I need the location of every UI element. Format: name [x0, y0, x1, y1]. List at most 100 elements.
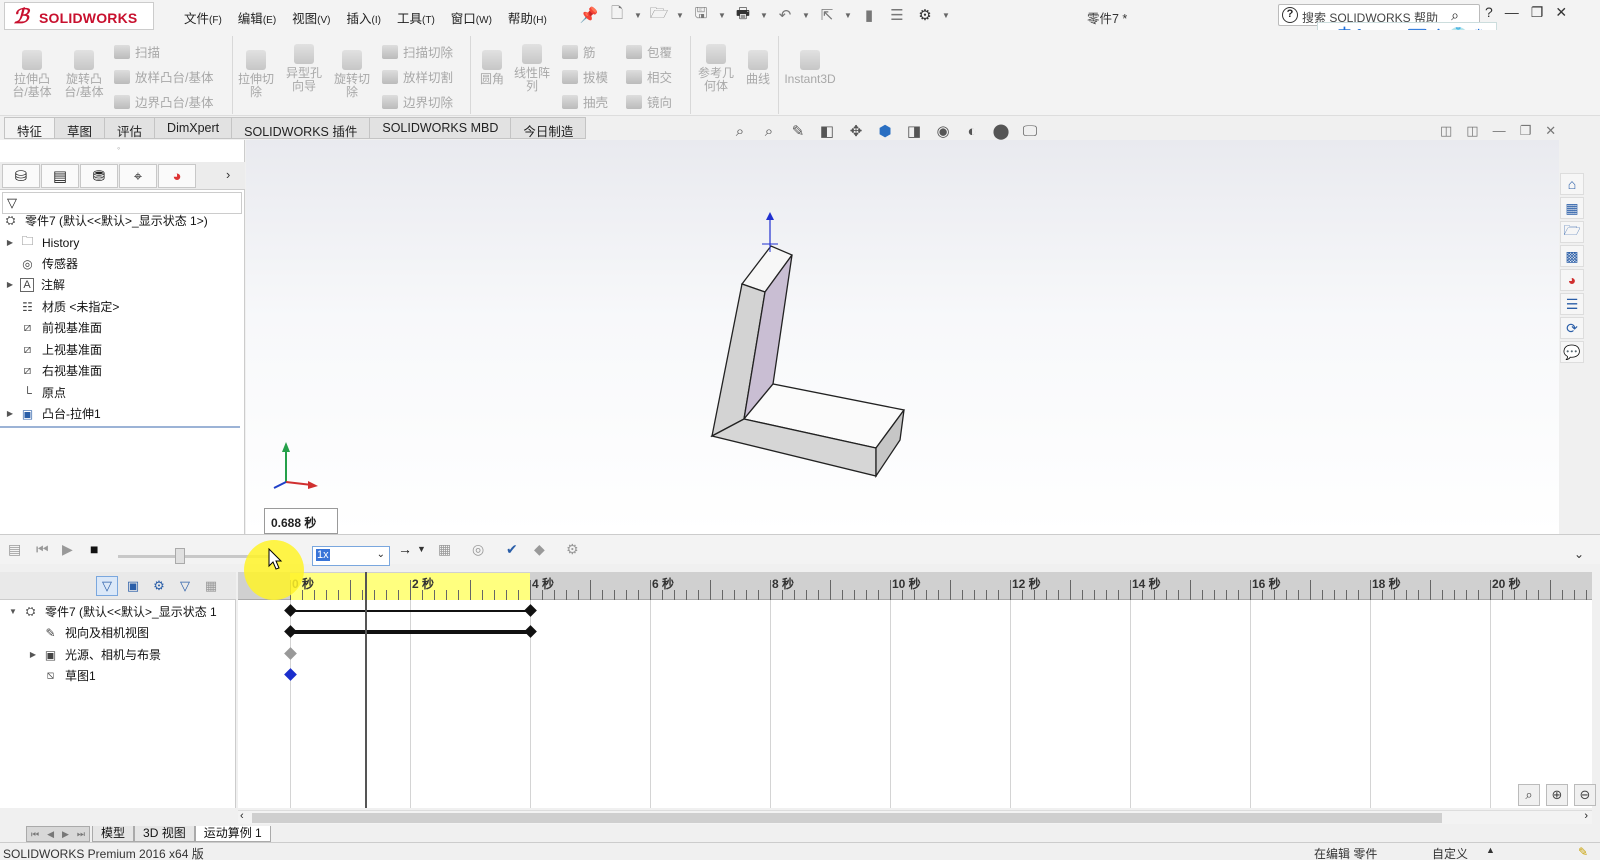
tree-item-history[interactable]: ▶ 🗀 History: [0, 232, 79, 253]
tree-item-origin[interactable]: └ 原点: [0, 382, 66, 403]
rib-button[interactable]: 筋: [562, 42, 596, 61]
close-icon[interactable]: ✕: [1555, 4, 1567, 21]
menu-view[interactable]: 视图(V): [284, 6, 338, 26]
open-folder-icon[interactable]: 🗁: [648, 4, 670, 26]
add-update-key-icon[interactable]: ◆: [534, 541, 545, 558]
previous-view-icon[interactable]: ✎: [788, 121, 808, 141]
loft-button[interactable]: 放样凸台/基体: [114, 67, 213, 86]
sweep-button[interactable]: 扫描: [114, 42, 160, 61]
revolved-boss-button[interactable]: 旋转凸台/基体: [60, 50, 108, 99]
playback-slider-thumb[interactable]: [175, 548, 185, 564]
rebuild-icon[interactable]: ▮: [858, 4, 880, 26]
zoom-to-fit-timeline-icon[interactable]: ⌕: [1518, 784, 1540, 806]
boundary-boss-button[interactable]: 边界凸台/基体: [114, 92, 213, 111]
extruded-cut-button[interactable]: 拉伸切除: [236, 50, 276, 99]
tab-motion-study-1[interactable]: 运动算例 1: [194, 826, 271, 842]
zoom-to-area-icon[interactable]: ⌕: [759, 121, 779, 141]
instant3d-button[interactable]: Instant3D: [782, 50, 838, 86]
boundary-cut-button[interactable]: 边界切除: [382, 92, 453, 111]
chevron-down-icon[interactable]: ▼: [802, 11, 810, 20]
chevron-down-icon[interactable]: ▼: [844, 11, 852, 20]
curves-button[interactable]: 曲线: [742, 50, 774, 86]
filter-results-icon[interactable]: ▽: [174, 576, 196, 596]
tab-evaluate[interactable]: 评估: [105, 117, 156, 139]
close-icon[interactable]: ✕: [1545, 123, 1556, 139]
file-explorer-icon[interactable]: 🗁: [1560, 221, 1584, 243]
stop-icon[interactable]: ■: [90, 541, 98, 557]
tab-model[interactable]: 模型: [92, 826, 135, 842]
new-document-icon[interactable]: 🗋: [606, 4, 628, 26]
lofted-cut-button[interactable]: 放样切割: [382, 67, 453, 86]
appearances-icon[interactable]: ◕: [1560, 269, 1584, 291]
motion-tree-item-lights[interactable]: ▶ ▣ 光源、相机与布景: [28, 644, 161, 665]
configuration-manager-tab-icon[interactable]: ⛃: [80, 164, 118, 188]
units-custom[interactable]: 自定义: [1432, 845, 1468, 860]
minimize-icon[interactable]: —: [1493, 123, 1506, 139]
select-arrow-icon[interactable]: ⇱: [816, 4, 838, 26]
menu-tools[interactable]: 工具(T): [389, 6, 443, 26]
first-tab-icon[interactable]: ⏮: [31, 829, 39, 840]
quick-tips-icon[interactable]: ✎: [1578, 845, 1588, 859]
dynamic-annotation-icon[interactable]: ✥: [846, 121, 866, 141]
chevron-down-icon[interactable]: ▼: [676, 11, 684, 20]
menu-edit[interactable]: 编辑(E): [230, 6, 284, 26]
expand-arrow-icon[interactable]: ▶: [5, 238, 15, 247]
tree-item-boss-extrude[interactable]: ▶ ▣ 凸台-拉伸1: [0, 403, 101, 424]
tab-3dexperience[interactable]: 今日制造: [511, 117, 587, 139]
last-tab-icon[interactable]: ⏭: [77, 829, 85, 840]
motion-tree-item-sketch[interactable]: ⧅ 草图1: [28, 665, 96, 686]
print-icon[interactable]: 🖶: [732, 4, 754, 26]
filter-selected-icon[interactable]: ⚙: [148, 576, 170, 596]
tree-item-sensors[interactable]: ◎ 传感器: [0, 253, 78, 274]
fillet-button[interactable]: 圆角: [474, 50, 510, 86]
linear-pattern-button[interactable]: 线性阵列: [512, 44, 552, 93]
tree-item-right-plane[interactable]: ⧄ 右视基准面: [0, 360, 102, 381]
restore-icon[interactable]: ❐: [1520, 123, 1532, 139]
scroll-left-icon[interactable]: ‹: [240, 810, 244, 822]
menu-help[interactable]: 帮助(H): [500, 6, 555, 26]
extruded-boss-button[interactable]: 拉伸凸台/基体: [8, 50, 56, 99]
playback-speed-select[interactable]: 1x ⌄: [312, 546, 390, 566]
undo-icon[interactable]: ↶: [774, 4, 796, 26]
tab-sketch[interactable]: 草图: [55, 117, 106, 139]
expand-arrow-icon[interactable]: ▶: [5, 280, 15, 289]
tab-3d-views[interactable]: 3D 视图: [134, 826, 195, 842]
shell-button[interactable]: 抽壳: [562, 92, 608, 111]
autokey-icon[interactable]: ✔: [506, 541, 518, 558]
save-icon[interactable]: 🖫: [690, 4, 712, 26]
expand-arrow-icon[interactable]: ▶: [5, 409, 15, 418]
timeline-horizontal-scrollbar[interactable]: ‹ ›: [238, 810, 1592, 824]
motion-properties-icon[interactable]: ⚙: [566, 541, 579, 558]
rollback-bar[interactable]: [0, 426, 240, 428]
tab-features[interactable]: 特征: [4, 117, 56, 139]
dimxpert-manager-tab-icon[interactable]: ⌖: [119, 164, 157, 188]
property-manager-tab-icon[interactable]: ▤: [41, 164, 79, 188]
reference-geometry-button[interactable]: 参考几何体: [694, 44, 738, 93]
pane-grip-icon[interactable]: ◦: [117, 143, 120, 153]
design-library-icon[interactable]: ▦: [1560, 197, 1584, 219]
zoom-to-fit-icon[interactable]: ⌕: [730, 121, 750, 141]
draft-button[interactable]: 拔模: [562, 67, 608, 86]
motion-tree-root[interactable]: ▼ ⛭ 零件7 (默认<<默认>_显示状态 1: [0, 601, 217, 622]
tree-item-material[interactable]: ☷ 材质 <未指定>: [0, 296, 119, 317]
chevron-down-icon[interactable]: ⌄: [377, 549, 385, 560]
playback-mode-icon[interactable]: →: [398, 541, 412, 557]
gear-icon[interactable]: ⚙: [914, 4, 936, 26]
tree-item-front-plane[interactable]: ⧄ 前视基准面: [0, 317, 102, 338]
chevron-down-icon[interactable]: ▼: [942, 11, 950, 20]
play-icon[interactable]: ▶: [62, 541, 73, 558]
wrap-button[interactable]: 包覆: [626, 42, 672, 61]
apply-scene-icon[interactable]: ⬤: [991, 121, 1011, 141]
next-tab-icon[interactable]: ▶: [62, 829, 69, 840]
tab-scroll-arrows[interactable]: ⏮ ◀ ▶ ⏭: [26, 826, 90, 842]
menu-insert[interactable]: 插入(I): [339, 6, 389, 26]
chevron-down-icon[interactable]: ▼: [634, 11, 642, 20]
mirror-button[interactable]: 镜向: [626, 92, 672, 111]
collapse-arrow-icon[interactable]: ▼: [8, 607, 18, 616]
menu-file[interactable]: 文件(F): [176, 6, 230, 26]
feature-manager-tab-icon[interactable]: ⛁: [2, 164, 40, 188]
chevron-right-icon[interactable]: ›: [226, 167, 230, 182]
keyframe-bar-view-camera[interactable]: [290, 630, 530, 634]
tree-root-part[interactable]: ⛭ 零件7 (默认<<默认>_显示状态 1>): [0, 210, 208, 231]
tile-right-icon[interactable]: ◫: [1466, 123, 1478, 139]
